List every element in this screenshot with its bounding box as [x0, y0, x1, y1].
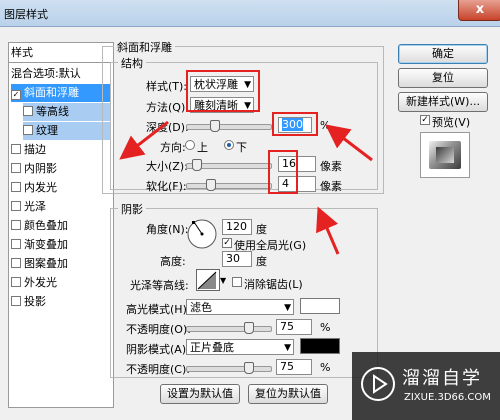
arrow-bottom	[316, 206, 340, 255]
layer-style-dialog: 图层样式 x 样式 混合选项:默认 ✓ 斜面和浮雕 等高线 纹理 描边 内阴影 内发光 光泽 颜色…	[0, 0, 500, 420]
watermark-url: ZIXUE.3D66.COM	[404, 392, 491, 403]
watermark: 溜溜自学 ZIXUE.3D66.COM	[352, 352, 500, 420]
play-logo-icon	[361, 367, 395, 401]
arrow-right	[325, 124, 373, 162]
watermark-title: 溜溜自学	[402, 368, 482, 389]
arrow-left	[119, 120, 169, 160]
